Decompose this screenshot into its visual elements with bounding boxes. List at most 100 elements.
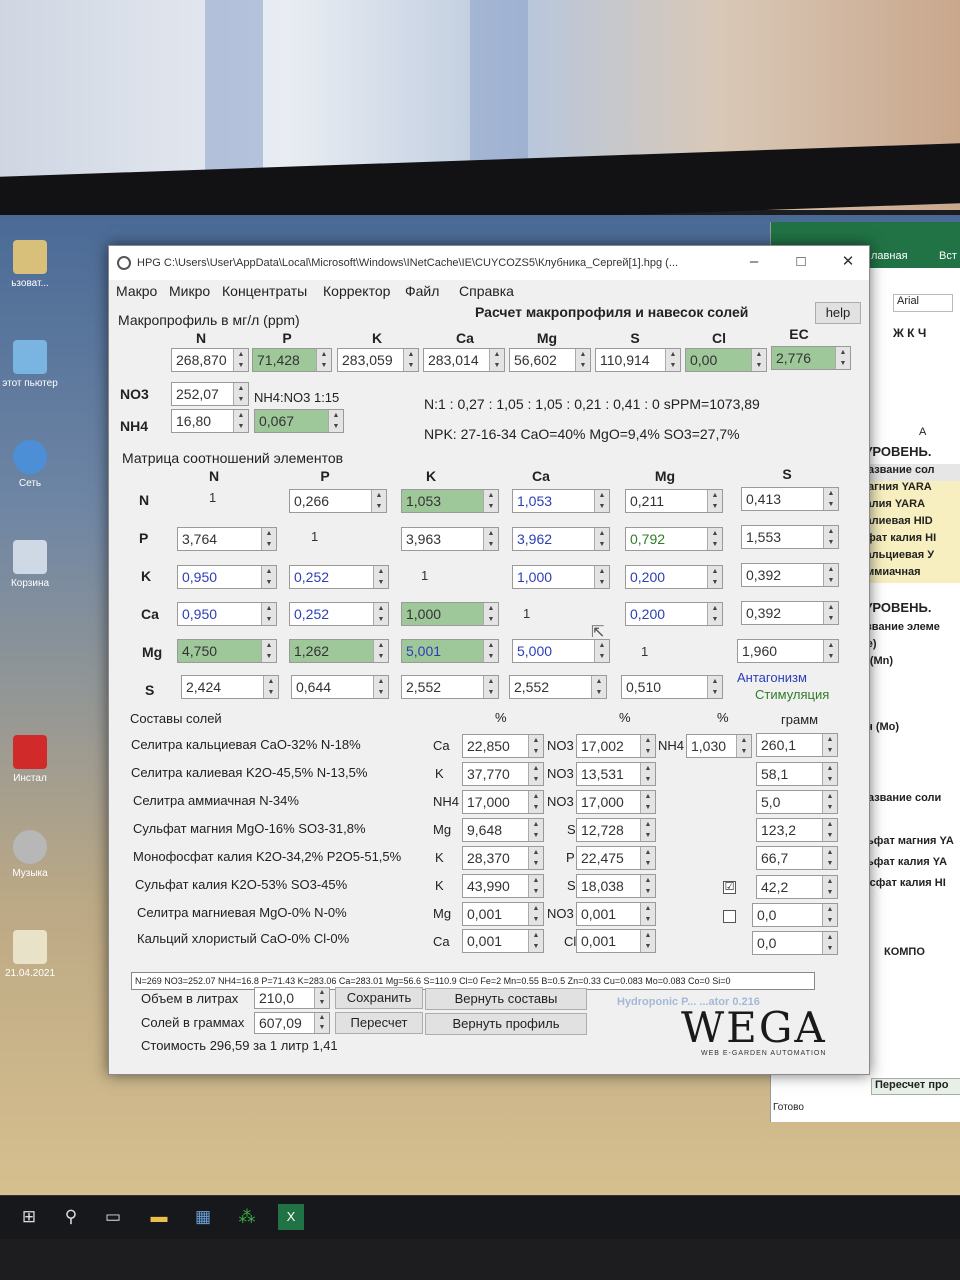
salt-pct-input[interactable]: 43,990 ▲ ▼ <box>462 874 544 898</box>
matrix-cell[interactable]: 5,001 ▲ ▼ <box>401 639 499 663</box>
matrix-cell[interactable]: 0,950 ▲ ▼ <box>177 565 277 589</box>
help-button[interactable]: help <box>815 302 861 324</box>
matrix-cell[interactable]: 0,792 ▲ ▼ <box>625 527 723 551</box>
macro-cl-input[interactable]: 0,00 ▲ ▼ <box>685 348 767 372</box>
excel-cell[interactable]: кальциевая У <box>857 549 960 566</box>
windows-icon[interactable]: ⊞ <box>16 1204 42 1230</box>
tab-corrector[interactable]: Корректор <box>323 283 390 299</box>
salt-gram-input[interactable]: 5,0 ▲ ▼ <box>756 790 838 814</box>
desktop-icon-user[interactable]: ьзоват... <box>0 240 60 289</box>
matrix-cell[interactable]: 1,000 ▲ ▼ <box>401 602 499 626</box>
excel-cell[interactable]: аммиачная <box>857 566 960 583</box>
save-button[interactable]: Сохранить <box>335 987 423 1009</box>
excel-icon[interactable]: X <box>278 1204 304 1230</box>
matrix-cell[interactable]: 0,392 ▲ ▼ <box>741 601 839 625</box>
salt-pct-input[interactable]: 22,475 ▲ ▼ <box>576 846 656 870</box>
tab-help[interactable]: Справка <box>459 283 514 299</box>
network-icon[interactable]: ▦ <box>190 1204 216 1230</box>
excel-cell[interactable]: Название сол <box>857 464 960 481</box>
no3-input[interactable]: 252,07 ▲ ▼ <box>171 382 249 406</box>
macro-ca-input[interactable]: 283,014 ▲ ▼ <box>423 348 505 372</box>
matrix-cell[interactable]: 0,392 ▲ ▼ <box>741 563 839 587</box>
macro-k-input[interactable]: 283,059 ▲ ▼ <box>337 348 419 372</box>
matrix-cell[interactable]: 0,413 ▲ ▼ <box>741 487 839 511</box>
nh4-input[interactable]: 16,80 ▲ ▼ <box>171 409 249 433</box>
restore-compositions-button[interactable]: Вернуть составы <box>425 988 587 1010</box>
matrix-cell[interactable]: 0,644 ▲ ▼ <box>291 675 389 699</box>
excel-cell[interactable]: КОМПО <box>881 946 960 963</box>
salt-pct-input[interactable]: 22,850 ▲ ▼ <box>462 734 544 758</box>
salt-pct-input[interactable]: 1,030 ▲ ▼ <box>686 734 752 758</box>
excel-cell[interactable]: -УРОВЕНЬ. <box>857 444 960 461</box>
salt-checkbox[interactable] <box>723 910 736 923</box>
matrix-cell[interactable]: 0,252 ▲ ▼ <box>289 565 389 589</box>
matrix-cell[interactable]: 1,000 ▲ ▼ <box>512 565 610 589</box>
nh4-ratio-input[interactable]: 0,067 ▲ ▼ <box>254 409 344 433</box>
excel-cell[interactable]: калия YARA <box>857 498 960 515</box>
salt-pct-input[interactable]: 18,038 ▲ ▼ <box>576 874 656 898</box>
excel-cell[interactable]: -УРОВЕНЬ. <box>857 600 960 617</box>
excel-cell[interactable]: льфат калия YA <box>857 856 960 873</box>
macro-ec-input[interactable]: 2,776 ▲ ▼ <box>771 346 851 370</box>
salt-pct-input[interactable]: 12,728 ▲ ▼ <box>576 818 656 842</box>
matrix-cell[interactable]: 4,750 ▲ ▼ <box>177 639 277 663</box>
excel-cell[interactable]: ен (Mo) <box>857 721 960 738</box>
salt-pct-input[interactable]: 0,001 ▲ ▼ <box>462 902 544 926</box>
salt-pct-input[interactable]: 28,370 ▲ ▼ <box>462 846 544 870</box>
matrix-cell[interactable]: 0,200 ▲ ▼ <box>625 602 723 626</box>
tab-makro[interactable]: Макро <box>116 283 157 299</box>
excel-font-select[interactable]: Arial <box>893 294 953 312</box>
salt-pct-input[interactable]: 9,648 ▲ ▼ <box>462 818 544 842</box>
matrix-cell[interactable]: 0,211 ▲ ▼ <box>625 489 723 513</box>
volume-input[interactable]: 210,0 ▲ ▼ <box>254 987 330 1009</box>
matrix-cell[interactable]: 0,200 ▲ ▼ <box>625 565 723 589</box>
salt-checkbox[interactable]: ☑ <box>723 881 736 894</box>
tab-concentrates[interactable]: Концентраты <box>222 283 307 299</box>
salt-gram-input[interactable]: 260,1 ▲ ▼ <box>756 733 838 757</box>
excel-cell[interactable]: фсфат калия HI <box>857 877 960 894</box>
salt-gram-input[interactable]: 0,0 ▲ ▼ <box>752 903 838 927</box>
excel-cell[interactable]: ) <box>857 687 960 704</box>
matrix-cell[interactable]: 1,960 ▲ ▼ <box>737 639 839 663</box>
macro-p-input[interactable]: 71,428 ▲ ▼ <box>252 348 332 372</box>
salt-gram-input[interactable]: 123,2 ▲ ▼ <box>756 818 838 842</box>
matrix-cell[interactable]: 5,000 ▲ ▼ <box>512 639 610 663</box>
matrix-cell[interactable]: 3,962 ▲ ▼ <box>512 527 610 551</box>
excel-tab-insert[interactable]: Вст <box>939 250 957 262</box>
matrix-cell[interactable]: 3,764 ▲ ▼ <box>177 527 277 551</box>
salts-grams-input[interactable]: 607,09 ▲ ▼ <box>254 1012 330 1034</box>
desktop-icon-recycle[interactable]: Корзина <box>0 540 60 589</box>
matrix-cell[interactable]: 0,266 ▲ ▼ <box>289 489 387 513</box>
matrix-cell[interactable]: 2,424 ▲ ▼ <box>181 675 279 699</box>
excel-format-buttons[interactable]: Ж К Ч <box>893 326 926 340</box>
tab-mikro[interactable]: Микро <box>169 283 210 299</box>
matrix-cell[interactable]: 2,552 ▲ ▼ <box>509 675 607 699</box>
matrix-cell[interactable]: 0,510 ▲ ▼ <box>621 675 723 699</box>
salt-gram-input[interactable]: 42,2 ▲ ▼ <box>756 875 838 899</box>
hpg-window[interactable]: HPG C:\Users\User\AppData\Local\Microsof… <box>108 245 870 1075</box>
matrix-cell[interactable]: 1,553 ▲ ▼ <box>741 525 839 549</box>
salt-gram-input[interactable]: 66,7 ▲ ▼ <box>756 846 838 870</box>
excel-tab-home[interactable]: лавная <box>871 250 908 262</box>
excel-cell[interactable]: ц (Mn) <box>857 655 960 672</box>
excel-cell[interactable]: Название соли <box>857 792 960 809</box>
salt-gram-input[interactable]: 58,1 ▲ ▼ <box>756 762 838 786</box>
title-bar[interactable]: HPG C:\Users\User\AppData\Local\Microsof… <box>109 246 869 280</box>
salt-pct-input[interactable]: 0,001 ▲ ▼ <box>462 929 544 953</box>
matrix-cell[interactable]: 1,262 ▲ ▼ <box>289 639 389 663</box>
macro-mg-input[interactable]: 56,602 ▲ ▼ <box>509 348 591 372</box>
tab-file[interactable]: Файл <box>405 283 439 299</box>
app-icon[interactable]: ⁂ <box>234 1204 260 1230</box>
matrix-cell[interactable]: 0,252 ▲ ▼ <box>289 602 389 626</box>
salt-pct-input[interactable]: 17,002 ▲ ▼ <box>576 734 656 758</box>
explorer-icon[interactable]: ▬ <box>146 1204 172 1230</box>
salt-pct-input[interactable]: 0,001 ▲ ▼ <box>576 929 656 953</box>
salt-pct-input[interactable]: 17,000 ▲ ▼ <box>462 790 544 814</box>
salt-pct-input[interactable]: 13,531 ▲ ▼ <box>576 762 656 786</box>
excel-recalc-button[interactable]: Пересчет про <box>871 1078 960 1095</box>
excel-cell[interactable]: азвание элеме <box>857 621 960 638</box>
desktop-icon-install[interactable]: Инстал <box>0 735 60 784</box>
desktop-icon-network[interactable]: Сеть <box>0 440 60 489</box>
matrix-cell[interactable]: 1,053 ▲ ▼ <box>401 489 499 513</box>
search-icon[interactable]: ⚲ <box>58 1204 84 1230</box>
